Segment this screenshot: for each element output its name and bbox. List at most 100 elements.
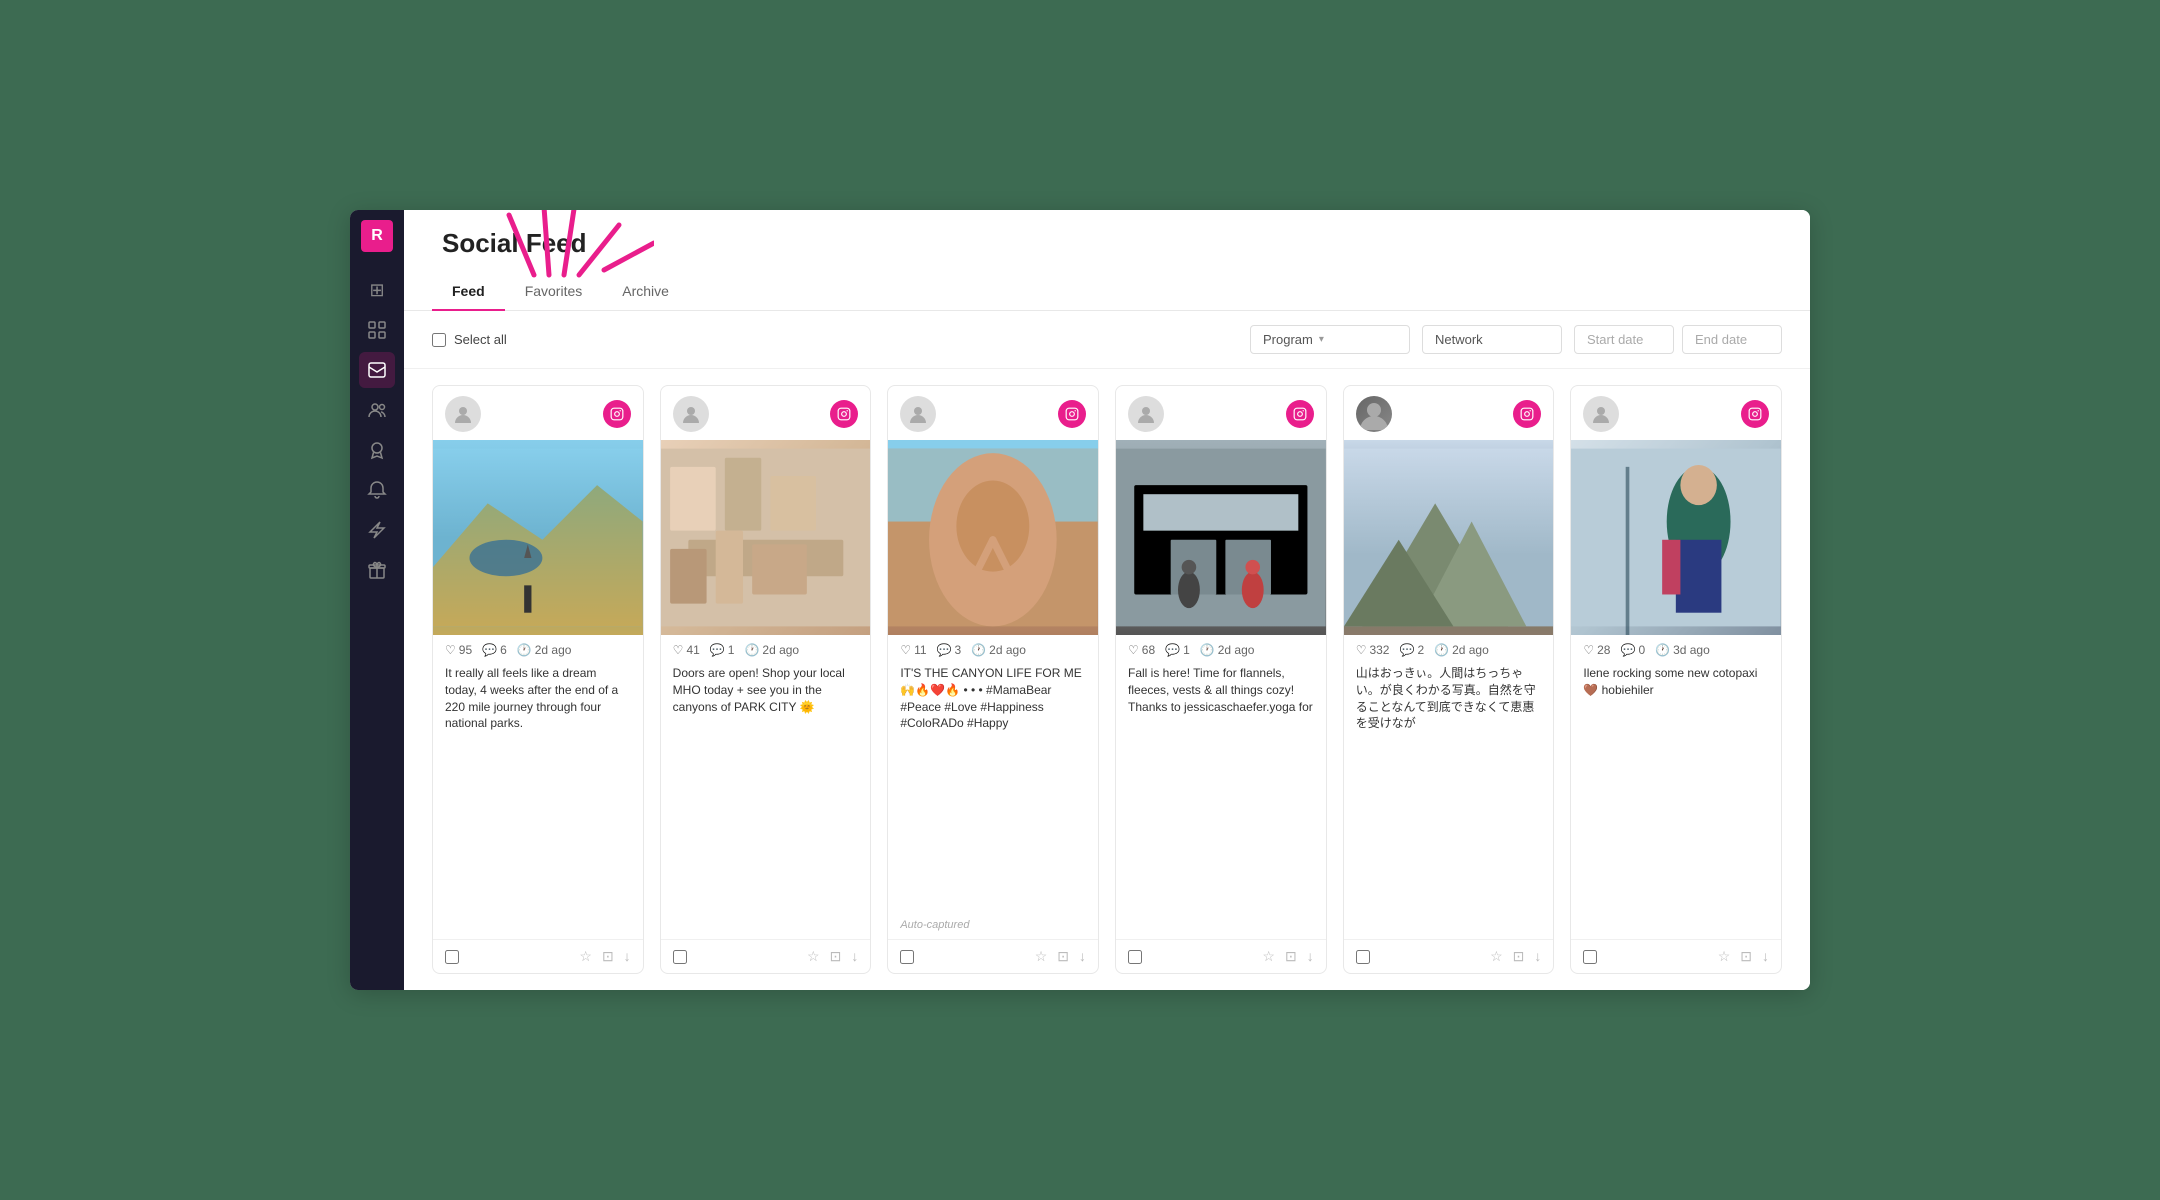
auto-captured-badge-3: Auto-captured [888,917,1098,939]
likes-count-2: 41 [686,643,699,657]
favorite-button-6[interactable]: ☆ [1718,948,1731,965]
sidebar-item-awards[interactable] [359,432,395,468]
likes-count-6: 28 [1597,643,1610,657]
comments-count-5: 2 [1417,643,1424,657]
card-caption-3: IT'S THE CANYON LIFE FOR ME🙌🔥❤️🔥 • • • #… [888,661,1098,917]
time-stat-6: 🕐 3d ago [1655,643,1710,657]
comments-count-2: 1 [728,643,735,657]
page-title: Social Feed [442,228,587,259]
sidebar-item-social[interactable] [359,352,395,388]
tab-archive[interactable]: Archive [602,273,689,311]
card-header-1 [433,386,643,440]
card-checkbox-3[interactable] [900,950,914,964]
card-actions-2: ☆ ⊡ ↓ [807,948,858,965]
archive-button-5[interactable]: ⊡ [1513,948,1525,965]
clock-icon-5: 🕐 [1434,643,1449,657]
clock-icon-2: 🕐 [744,643,759,657]
program-filter-label: Program [1263,332,1313,347]
time-ago-2: 2d ago [762,643,799,657]
card-footer-5: ☆ ⊡ ↓ [1344,939,1554,973]
program-filter[interactable]: Program ▾ [1250,325,1410,354]
end-date-input[interactable]: End date [1682,325,1782,354]
archive-button-3[interactable]: ⊡ [1057,948,1069,965]
comment-icon-6: 💬 [1620,643,1635,657]
card-actions-4: ☆ ⊡ ↓ [1262,948,1313,965]
card-image-6 [1571,440,1781,635]
favorite-button-2[interactable]: ☆ [807,948,820,965]
archive-button-6[interactable]: ⊡ [1740,948,1752,965]
comments-stat-1: 💬 6 [482,643,507,657]
download-button-2[interactable]: ↓ [851,948,858,965]
date-filter: Start date End date [1574,325,1782,354]
download-button-5[interactable]: ↓ [1534,948,1541,965]
heart-icon-6: ♡ [1583,643,1594,657]
select-all-checkbox[interactable] [432,333,446,347]
sidebar-item-widgets[interactable] [359,312,395,348]
favorite-button-5[interactable]: ☆ [1490,948,1503,965]
card-header-5 [1344,386,1554,440]
comments-count-3: 3 [955,643,962,657]
header: Social Feed Feed Favorites Archive [404,210,1810,311]
archive-button-2[interactable]: ⊡ [830,948,842,965]
card-checkbox-1[interactable] [445,950,459,964]
time-ago-3: 2d ago [989,643,1026,657]
download-button-4[interactable]: ↓ [1307,948,1314,965]
post-card-1: ♡ 95 💬 6 🕐 2d ago It really all feels li… [432,385,644,974]
post-card-6: ♡ 28 💬 0 🕐 3d ago Ilene rocking some new… [1570,385,1782,974]
select-all-wrapper: Select all [432,332,507,347]
card-footer-2: ☆ ⊡ ↓ [661,939,871,973]
card-checkbox-6[interactable] [1583,950,1597,964]
comment-icon-5: 💬 [1399,643,1414,657]
app-logo[interactable]: R [361,220,393,252]
favorite-button-3[interactable]: ☆ [1035,948,1048,965]
card-header-2 [661,386,871,440]
avatar-4 [1128,396,1164,432]
favorite-button-4[interactable]: ☆ [1262,948,1275,965]
archive-button-1[interactable]: ⊡ [602,948,614,965]
card-caption-2: Doors are open! Shop your local MHO toda… [661,661,871,939]
sidebar-item-people[interactable] [359,392,395,428]
archive-button-4[interactable]: ⊡ [1285,948,1297,965]
card-stats-2: ♡ 41 💬 1 🕐 2d ago [661,635,871,661]
download-button-3[interactable]: ↓ [1079,948,1086,965]
network-filter[interactable]: Network [1422,325,1562,354]
comments-count-4: 1 [1183,643,1190,657]
comments-stat-5: 💬 2 [1399,643,1424,657]
card-header-3 [888,386,1098,440]
card-caption-6: Ilene rocking some new cotopaxi 🤎 hobieh… [1571,661,1781,939]
time-ago-5: 2d ago [1452,643,1489,657]
comments-stat-2: 💬 1 [710,643,735,657]
likes-stat-3: ♡ 11 [900,643,926,657]
clock-icon-6: 🕐 [1655,643,1670,657]
toolbar: Select all Program ▾ Network Start date … [404,311,1810,369]
likes-stat-1: ♡ 95 [445,643,472,657]
start-date-input[interactable]: Start date [1574,325,1674,354]
card-checkbox-5[interactable] [1356,950,1370,964]
tab-favorites[interactable]: Favorites [505,273,603,311]
comment-icon-4: 💬 [1165,643,1180,657]
sidebar-item-quick-actions[interactable] [359,512,395,548]
heart-icon-3: ♡ [900,643,911,657]
download-button-1[interactable]: ↓ [624,948,631,965]
time-stat-1: 🕐 2d ago [517,643,572,657]
card-image-3 [888,440,1098,635]
card-footer-3: ☆ ⊡ ↓ [888,939,1098,973]
sidebar-item-gifts[interactable] [359,552,395,588]
likes-count-5: 332 [1369,643,1389,657]
time-stat-2: 🕐 2d ago [744,643,799,657]
download-button-6[interactable]: ↓ [1762,948,1769,965]
comment-icon-3: 💬 [937,643,952,657]
clock-icon-1: 🕐 [517,643,532,657]
card-checkbox-2[interactable] [673,950,687,964]
card-image-1 [433,440,643,635]
tab-feed[interactable]: Feed [432,273,505,311]
post-card-2: ♡ 41 💬 1 🕐 2d ago Doors are open! Shop y… [660,385,872,974]
time-stat-3: 🕐 2d ago [971,643,1026,657]
clock-icon-4: 🕐 [1200,643,1215,657]
card-checkbox-4[interactable] [1128,950,1142,964]
card-header-4 [1116,386,1326,440]
sidebar-item-notifications[interactable] [359,472,395,508]
sidebar-item-dashboard[interactable]: ⊞ [359,272,395,308]
network-badge-2 [830,400,858,428]
favorite-button-1[interactable]: ☆ [579,948,592,965]
